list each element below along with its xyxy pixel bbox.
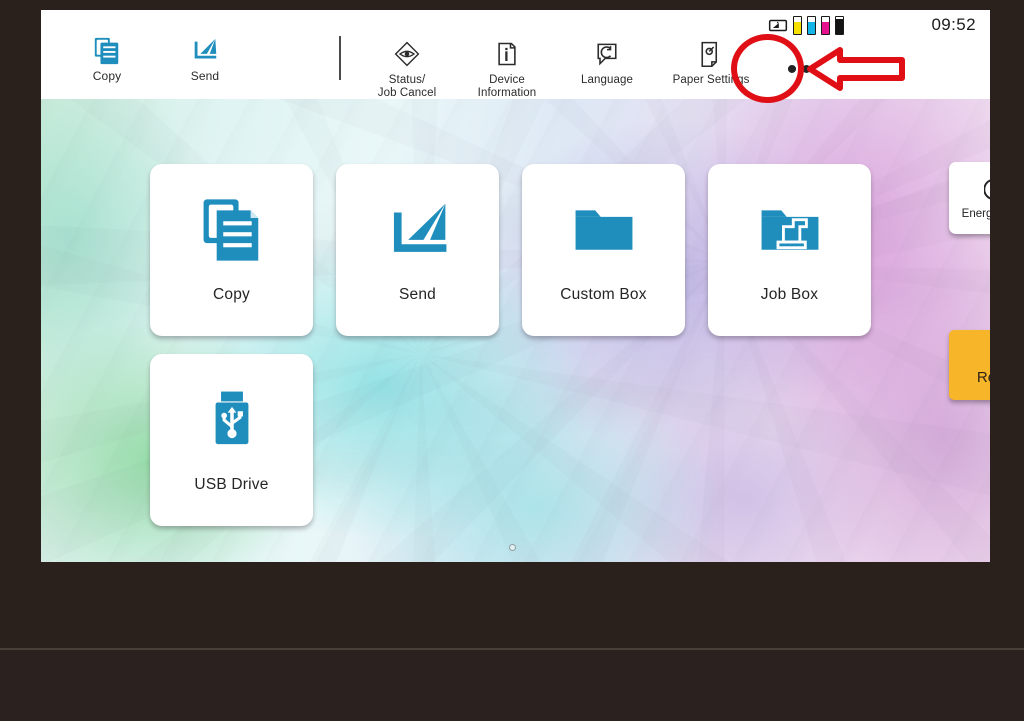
topbar-item-language[interactable]: Language xyxy=(552,40,662,87)
tile-send-label: Send xyxy=(399,286,436,304)
topbar-shortcut-copy-label: Copy xyxy=(59,70,155,83)
tile-usb-drive-label: USB Drive xyxy=(194,476,268,494)
topbar-shortcut-copy[interactable]: Copy xyxy=(59,36,155,83)
paper-settings-icon xyxy=(651,40,771,70)
reset-button[interactable]: Reset xyxy=(949,330,990,400)
topbar-item-status-job-cancel-label: Status/ Job Cancel xyxy=(352,74,462,99)
energy-saver-button[interactable]: Energy Saver xyxy=(949,162,990,234)
bottom-bar: ! xyxy=(0,650,1024,721)
tile-job-box[interactable]: Job Box xyxy=(708,164,871,336)
topbar-item-device-information-label: Device Information xyxy=(452,74,562,99)
clock: 09:52 xyxy=(931,15,976,35)
topbar-item-device-information[interactable]: Device Information xyxy=(452,40,562,99)
topbar-divider xyxy=(339,36,341,80)
send-icon xyxy=(380,194,456,266)
topbar-item-paper-settings-label: Paper Settings xyxy=(651,74,771,87)
copy-icon xyxy=(194,194,270,266)
topbar-shortcut-send[interactable]: Send xyxy=(157,36,253,83)
yellow-toner-gauge xyxy=(793,16,802,35)
tile-custom-box-label: Custom Box xyxy=(560,286,646,304)
folder-print-icon xyxy=(752,194,828,266)
more-ellipsis-icon[interactable]: ••• xyxy=(766,60,851,80)
tile-copy-label: Copy xyxy=(213,286,250,304)
topbar-shortcut-send-label: Send xyxy=(157,70,253,83)
send-icon xyxy=(157,36,253,66)
cyan-toner-gauge xyxy=(807,16,816,35)
folder-icon xyxy=(566,194,642,266)
supply-status-cluster xyxy=(768,16,844,35)
more-ellipsis-label: ••• xyxy=(787,53,831,86)
tile-job-box-label: Job Box xyxy=(761,286,818,304)
status-job-cancel-icon xyxy=(352,40,462,70)
top-bar: Copy Send xyxy=(41,10,990,99)
tile-copy[interactable]: Copy xyxy=(150,164,313,336)
page-indicator-dot[interactable] xyxy=(509,544,516,551)
touch-screen: Copy Send xyxy=(41,10,990,562)
topbar-item-language-label: Language xyxy=(552,74,662,87)
copy-icon xyxy=(59,36,155,66)
reset-slashes-icon xyxy=(984,345,991,365)
topbar-item-paper-settings[interactable]: Paper Settings xyxy=(651,40,771,87)
usb-drive-icon xyxy=(194,384,270,456)
magenta-toner-gauge xyxy=(821,16,830,35)
reset-label: Reset xyxy=(977,369,990,386)
tile-usb-drive[interactable]: USB Drive xyxy=(150,354,313,526)
moon-icon xyxy=(984,176,991,202)
energy-saver-label: Energy Saver xyxy=(962,208,990,220)
printer-control-panel: Copy Send xyxy=(0,0,1024,721)
paper-tray-icon xyxy=(768,17,788,34)
black-toner-gauge xyxy=(835,16,844,35)
tile-send[interactable]: Send xyxy=(336,164,499,336)
tile-custom-box[interactable]: Custom Box xyxy=(522,164,685,336)
language-icon xyxy=(552,40,662,70)
topbar-item-status-job-cancel[interactable]: Status/ Job Cancel xyxy=(352,40,462,99)
device-information-icon xyxy=(452,40,562,70)
